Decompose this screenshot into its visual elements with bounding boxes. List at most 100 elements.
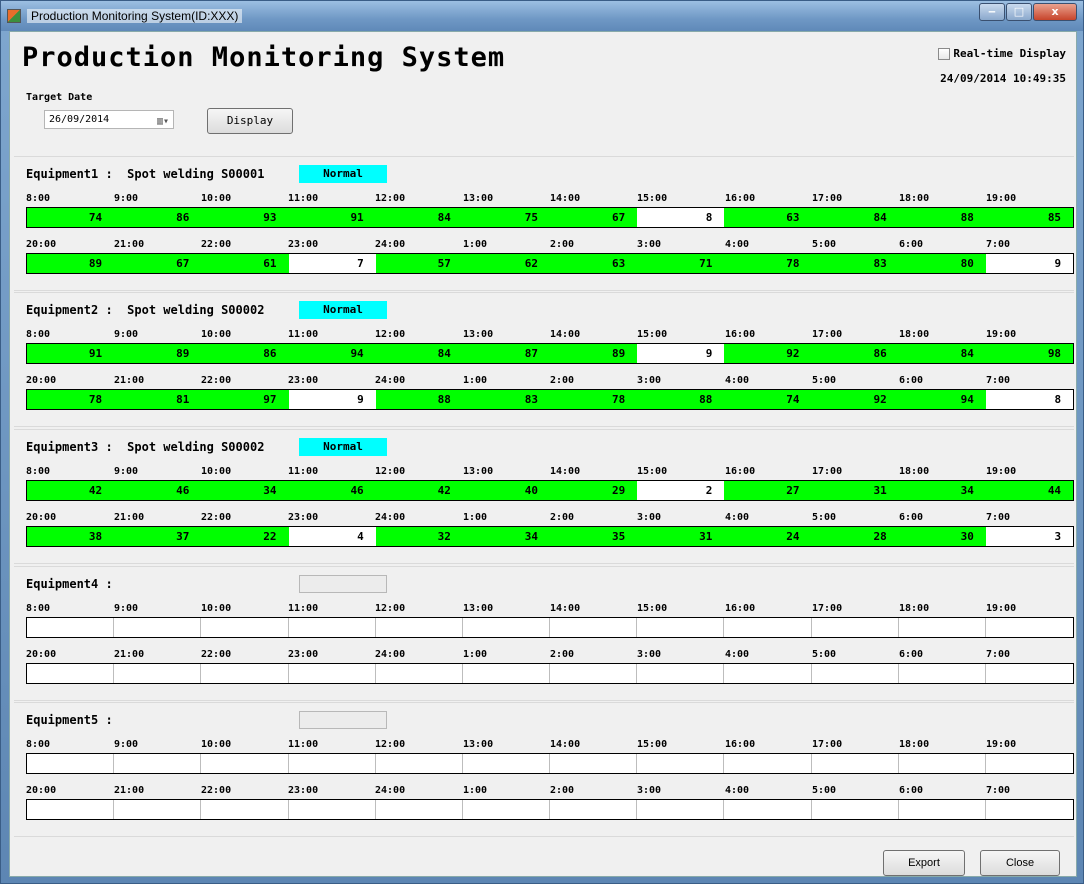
hour-count-cell: [27, 664, 115, 683]
hour-count-cell: 38: [27, 527, 115, 546]
hour-label: 18:00: [899, 603, 930, 614]
hour-label: 13:00: [463, 739, 494, 750]
production-bar: [26, 663, 1074, 684]
current-datetime: 24/09/2014 10:49:35: [940, 72, 1066, 85]
equipment-panel-4: Equipment4 : 8:00 9:00 10:00 11:00 12:00 13:00…: [14, 566, 1074, 701]
hour-count-cell: [985, 664, 1074, 683]
realtime-label: Real-time Display: [953, 47, 1066, 60]
hour-count-cell: 63: [724, 208, 812, 227]
production-bar: [26, 617, 1074, 638]
hour-label: 18:00: [899, 466, 930, 477]
hour-label: 12:00: [375, 193, 406, 204]
hour-label: 4:00: [725, 785, 750, 796]
hour-label: 10:00: [201, 466, 232, 477]
hour-label: 1:00: [463, 375, 488, 386]
hour-label: 7:00: [986, 239, 1011, 250]
production-bar: [26, 753, 1074, 774]
hour-label: 19:00: [986, 193, 1017, 204]
hour-label: 6:00: [899, 375, 924, 386]
hour-labels: 20:00 21:00 22:00 23:00 24:00 1:00 2:00 3:00 4:0…: [26, 649, 1074, 662]
hour-label: 21:00: [114, 239, 145, 250]
hour-count-cell: [985, 754, 1074, 773]
hour-count-cell: [375, 618, 463, 637]
hour-count-cell: [637, 618, 725, 637]
hour-count-cell: [114, 664, 202, 683]
hour-label: 14:00: [550, 739, 581, 750]
close-icon[interactable]: x: [1033, 3, 1077, 21]
hour-labels: 20:00 21:00 22:00 23:00 24:00 1:00 2:00 3:00 4:0…: [26, 512, 1074, 525]
hour-count-cell: [811, 664, 899, 683]
display-button[interactable]: Display: [207, 108, 293, 134]
hour-count-cell: [550, 754, 638, 773]
hour-label: 14:00: [550, 193, 581, 204]
production-bar: 74 86 93 91 84 75 67 8 63 84 88 85: [26, 207, 1074, 228]
hour-label: 6:00: [899, 512, 924, 523]
export-button[interactable]: Export: [883, 850, 965, 876]
hour-count-cell: 87: [462, 344, 551, 363]
hour-label: 19:00: [986, 329, 1017, 340]
close-button[interactable]: Close: [980, 850, 1060, 876]
calendar-dropdown-icon[interactable]: ▥▾: [157, 113, 169, 130]
hour-count-cell: 84: [375, 344, 463, 363]
hour-label: 12:00: [375, 329, 406, 340]
title-bar[interactable]: Production Monitoring System(ID:XXX) ‒ □…: [1, 1, 1083, 31]
hour-label: 17:00: [812, 193, 843, 204]
hour-label: 12:00: [375, 603, 406, 614]
hour-count-cell: 92: [811, 390, 899, 409]
maximize-icon[interactable]: □: [1006, 3, 1032, 21]
hour-count-cell: [898, 664, 986, 683]
hour-label: 21:00: [114, 375, 145, 386]
hour-label: 24:00: [375, 375, 406, 386]
hour-label: 14:00: [550, 466, 581, 477]
minimize-icon[interactable]: ‒: [979, 3, 1005, 21]
hour-count-cell: 57: [375, 254, 463, 273]
hour-label: 17:00: [812, 739, 843, 750]
equipment-title: Equipment3 : Spot welding S00002: [26, 440, 265, 454]
hour-count-cell: 94: [898, 390, 986, 409]
hour-label: 16:00: [725, 739, 756, 750]
hour-label: 10:00: [201, 603, 232, 614]
hour-label: 21:00: [114, 785, 145, 796]
hour-count-cell: [985, 618, 1074, 637]
hour-count-cell: 84: [811, 208, 899, 227]
hour-count-cell: 78: [27, 390, 115, 409]
hour-label: 13:00: [463, 603, 494, 614]
equipment-panel-1: Equipment1 : Spot welding S00001 Normal 8:…: [14, 156, 1074, 291]
hour-label: 9:00: [114, 329, 139, 340]
hour-label: 11:00: [288, 466, 319, 477]
hour-labels: 20:00 21:00 22:00 23:00 24:00 1:00 2:00 3:00 4:0…: [26, 785, 1074, 798]
hour-count-cell: 74: [724, 390, 812, 409]
hour-count-cell: 83: [462, 390, 551, 409]
equipment-title: Equipment5 :: [26, 713, 113, 727]
hour-count-cell: 8: [637, 208, 725, 227]
hour-label: 7:00: [986, 375, 1011, 386]
hour-label: 1:00: [463, 785, 488, 796]
hour-label: 8:00: [26, 193, 51, 204]
hour-count-cell: [114, 618, 202, 637]
hour-count-cell: 22: [201, 527, 289, 546]
hour-label: 21:00: [114, 649, 145, 660]
hour-count-cell: [288, 664, 376, 683]
hour-count-cell: 71: [637, 254, 725, 273]
hour-count-cell: 42: [27, 481, 115, 500]
hour-count-cell: 46: [114, 481, 202, 500]
production-bar: 42 46 34 46 42 40 29 2 27 31 34 44: [26, 480, 1074, 501]
hour-count-cell: 86: [114, 208, 202, 227]
hour-label: 2:00: [550, 239, 575, 250]
hour-label: 13:00: [463, 329, 494, 340]
hour-label: 16:00: [725, 329, 756, 340]
hour-count-cell: 24: [724, 527, 812, 546]
hour-count-cell: 40: [462, 481, 551, 500]
target-date-picker[interactable]: 26/09/2014 ▥▾: [44, 110, 174, 129]
hour-count-cell: [201, 800, 289, 819]
hour-label: 5:00: [812, 785, 837, 796]
realtime-checkbox[interactable]: [938, 47, 951, 60]
hour-label: 4:00: [725, 375, 750, 386]
realtime-display-toggle[interactable]: Real-time Display: [938, 47, 1066, 60]
production-bar: 89 67 61 7 57 62 63 71 78 83 80 9: [26, 253, 1074, 274]
hour-label: 13:00: [463, 466, 494, 477]
hour-count-cell: 27: [724, 481, 812, 500]
status-badge: Normal: [299, 165, 387, 183]
hour-count-cell: 9: [637, 344, 725, 363]
hour-labels: 8:00 9:00 10:00 11:00 12:00 13:00 14:00 15:00 16…: [26, 603, 1074, 616]
